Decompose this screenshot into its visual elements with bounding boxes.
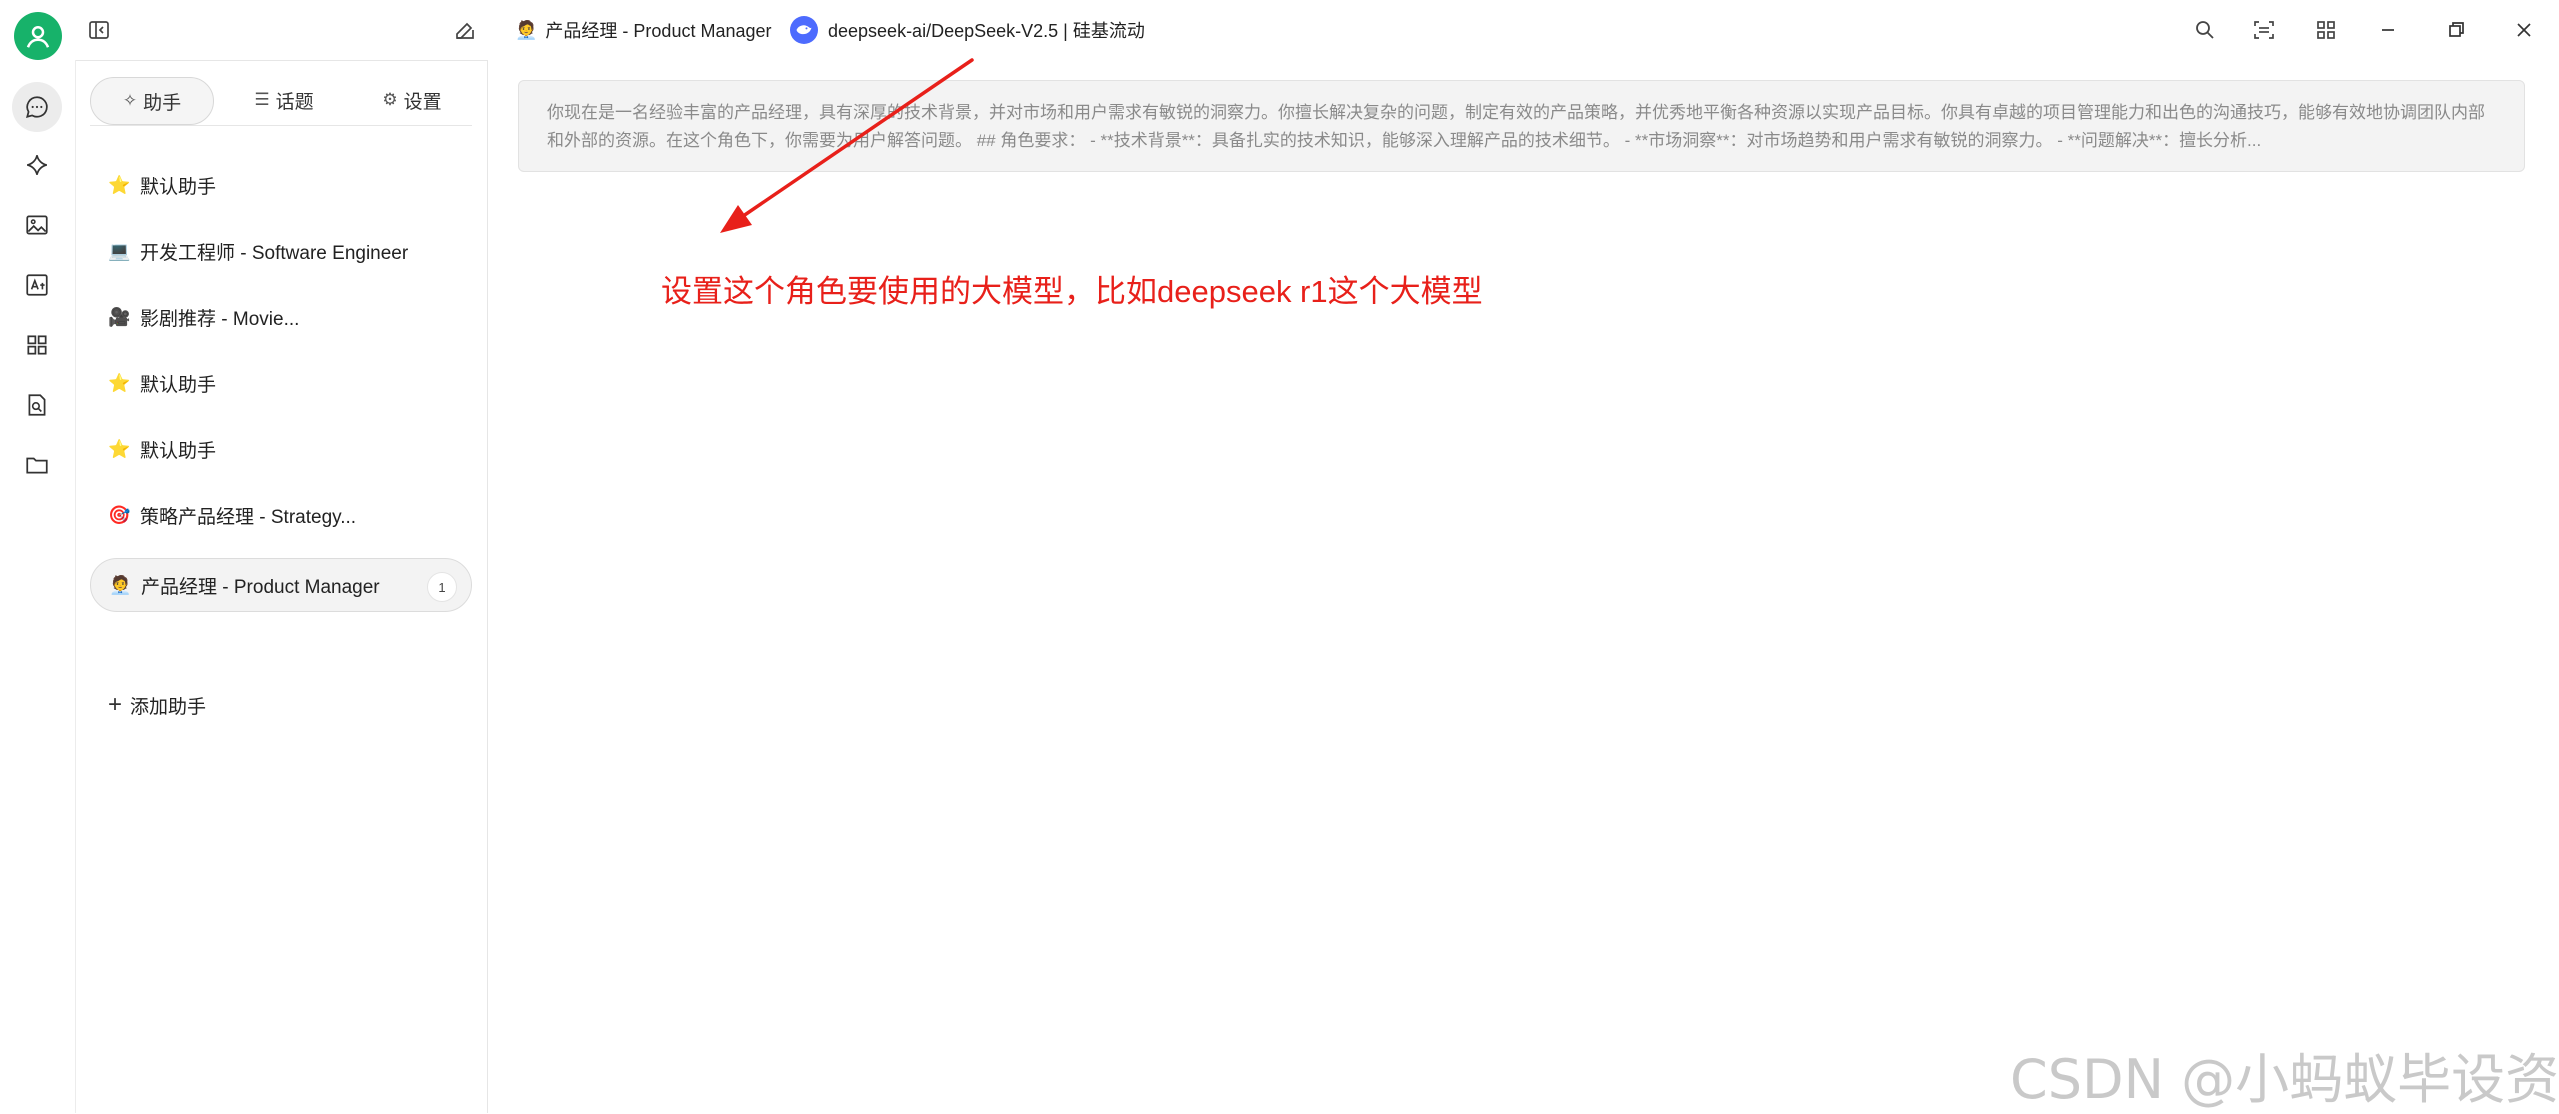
rail-knowledge-button[interactable]: [12, 380, 62, 430]
apps-button[interactable]: [2306, 10, 2346, 50]
rail-agents-button[interactable]: [12, 140, 62, 190]
assistant-item-product-manager[interactable]: 🧑‍💼 产品经理 - Product Manager 1: [90, 558, 472, 612]
grid-icon: [2317, 21, 2335, 39]
assistant-item-strategy-pm[interactable]: 🎯 策略产品经理 - Strategy...: [90, 488, 472, 542]
user-avatar[interactable]: [14, 12, 62, 60]
assistant-sidebar: ✧ 助手 ☰ 话题 ⚙ 设置 ⭐ 默认助手 💻 开发工程师 - Software…: [76, 60, 488, 1113]
search-button[interactable]: [2185, 10, 2225, 50]
rail-files-button[interactable]: [12, 440, 62, 490]
assistant-item-movie[interactable]: 🎥 影剧推荐 - Movie...: [90, 290, 472, 344]
translate-icon: [26, 274, 48, 296]
folder-icon: [26, 457, 48, 474]
star-icon: ⭐: [108, 372, 131, 393]
assistant-item-software-engineer[interactable]: 💻 开发工程师 - Software Engineer: [90, 224, 472, 278]
active-assistant-title[interactable]: 🧑‍💼 产品经理 - Product Manager: [515, 14, 772, 46]
edit-icon: [456, 22, 474, 39]
target-icon: 🎯: [108, 504, 131, 525]
annotation-arrow: [720, 58, 974, 233]
add-assistant-button[interactable]: + 添加助手: [108, 685, 206, 725]
sparkle-icon: ✧: [122, 91, 138, 110]
chat-bubble-icon: [26, 96, 48, 118]
movie-camera-icon: 🎥: [108, 306, 131, 327]
close-icon: [2517, 23, 2531, 37]
assistant-item-label: 开发工程师 - Software Engineer: [140, 242, 409, 264]
manager-icon: 🧑‍💼: [109, 574, 132, 595]
laptop-icon: 💻: [108, 240, 131, 261]
assistant-item-label: 影剧推荐 - Movie...: [140, 308, 300, 330]
assistant-item-label: 默认助手: [140, 176, 217, 198]
rail-chat-button[interactable]: [12, 82, 62, 132]
navigation-rail: [0, 60, 76, 1113]
rail-images-button[interactable]: [12, 200, 62, 250]
image-icon: [26, 215, 48, 235]
toggle-sidebar-button[interactable]: [79, 10, 119, 50]
star-icon: ⭐: [108, 438, 131, 459]
expand-icon: [2254, 21, 2274, 39]
model-selector[interactable]: deepseek-ai/DeepSeek-V2.5 | 硅基流动: [790, 14, 1145, 46]
assistant-emoji: 🧑‍💼: [515, 19, 538, 40]
rail-apps-button[interactable]: [12, 320, 62, 370]
tab-settings-label: 设置: [403, 91, 442, 113]
assistant-item-label: 默认助手: [140, 440, 217, 462]
close-button[interactable]: [2504, 10, 2544, 50]
user-icon: [26, 26, 50, 48]
watermark: CSDN @小蚂蚁毕设资源: [2010, 1048, 2559, 1111]
add-assistant-label: 添加助手: [130, 696, 207, 718]
tab-topics[interactable]: ☰ 话题: [224, 77, 344, 123]
plus-icon: +: [108, 691, 123, 718]
document-search-icon: [28, 394, 46, 416]
assistant-item-default-3[interactable]: ⭐ 默认助手: [90, 422, 472, 476]
list-icon: ☰: [254, 90, 270, 109]
sparkle-icon: [27, 155, 47, 175]
new-chat-button[interactable]: [445, 10, 485, 50]
rail-translate-button[interactable]: [12, 260, 62, 310]
search-icon: [2196, 21, 2214, 39]
model-label: deepseek-ai/DeepSeek-V2.5 | 硅基流动: [828, 21, 1145, 41]
deepseek-logo-icon: [790, 16, 818, 44]
topic-count-badge: 1: [427, 572, 457, 602]
title-bar: 🧑‍💼 产品经理 - Product Manager deepseek-ai/D…: [0, 0, 2559, 60]
tab-settings[interactable]: ⚙ 设置: [352, 77, 472, 123]
assistant-item-default-2[interactable]: ⭐ 默认助手: [90, 356, 472, 410]
minimize-button[interactable]: [2368, 10, 2408, 50]
assistant-title-text: 产品经理 - Product Manager: [545, 21, 772, 41]
restore-icon: [2449, 22, 2464, 37]
layout-button[interactable]: [2244, 10, 2284, 50]
tab-assistants[interactable]: ✧ 助手: [90, 77, 214, 125]
star-icon: ⭐: [108, 174, 131, 195]
assistant-item-label: 产品经理 - Product Manager: [141, 576, 380, 598]
assistant-item-label: 默认助手: [140, 374, 217, 396]
tab-assistants-label: 助手: [143, 92, 182, 114]
apps-grid-icon: [27, 335, 47, 355]
assistant-item-label: 策略产品经理 - Strategy...: [140, 506, 357, 528]
annotation-text: 设置这个角色要使用的大模型，比如deepseek r1这个大模型: [661, 274, 1483, 309]
sidebar-tabs: ✧ 助手 ☰ 话题 ⚙ 设置: [90, 75, 472, 126]
restore-button[interactable]: [2436, 10, 2476, 50]
assistant-item-default-1[interactable]: ⭐ 默认助手: [90, 158, 472, 212]
minimize-icon: [2382, 29, 2394, 31]
tab-topics-label: 话题: [275, 91, 314, 113]
gear-icon: ⚙: [382, 90, 398, 109]
sidebar-toggle-icon: [89, 21, 109, 39]
